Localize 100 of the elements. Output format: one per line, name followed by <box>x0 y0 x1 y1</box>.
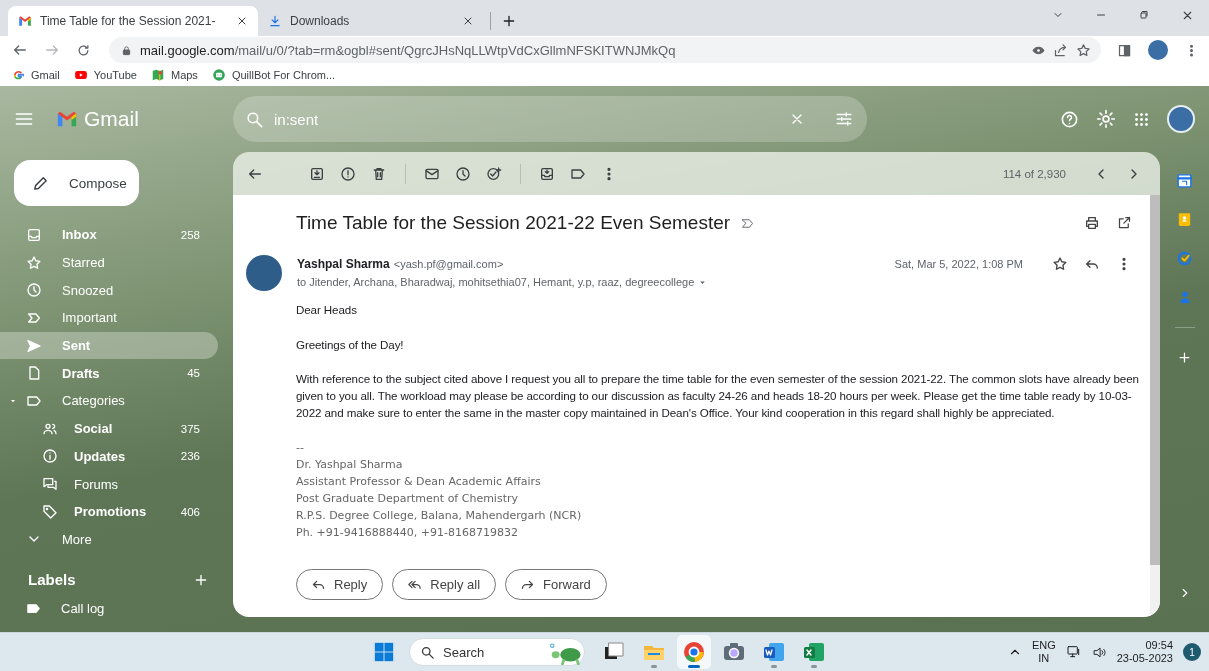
bookmark-link[interactable]: YouTube <box>73 68 137 82</box>
bookmark-link[interactable]: QuillBot For Chrom... <box>211 68 336 82</box>
add-task-icon[interactable] <box>486 165 502 182</box>
nav-item[interactable]: Important <box>0 304 218 332</box>
nav-item[interactable]: Forums <box>0 470 218 498</box>
nav-item[interactable]: Updates 236 <box>0 442 218 471</box>
windows-start-icon[interactable] <box>373 641 395 663</box>
apps-icon[interactable] <box>1133 110 1150 128</box>
share-icon[interactable] <box>1053 42 1068 58</box>
signature-line: Assistant Professor & Dean Academic Affairs <box>296 473 542 490</box>
unread-count: 236 <box>180 450 200 463</box>
nav-item[interactable]: Social 375 <box>0 414 218 443</box>
avatar[interactable] <box>1167 105 1195 133</box>
restore-icon[interactable] <box>1138 9 1150 21</box>
signature-line: R.P.S. Degree College, Balana, Mahendergarh (NCR) <box>296 507 583 524</box>
bookmark-link[interactable]: Gmail <box>12 68 60 82</box>
compose-button[interactable]: Compose <box>14 160 139 206</box>
gmail-logo-icon <box>18 14 32 28</box>
reply-all-button[interactable]: Reply all <box>392 568 497 600</box>
video-play-icon <box>73 68 88 82</box>
taskbar-search[interactable]: Search <box>409 638 585 666</box>
nav-item[interactable]: More <box>0 525 218 554</box>
nav-item[interactable]: Promotions 406 <box>0 497 218 526</box>
lock-icon <box>121 44 132 56</box>
map-pin-icon <box>150 68 165 82</box>
sender-email: <yash.pf@gmail.com> <box>393 258 504 270</box>
calendar-icon[interactable] <box>1176 172 1193 189</box>
settings-icon[interactable] <box>1096 109 1116 129</box>
email-paragraph: Dear Heads <box>296 302 358 318</box>
signature-line: -- <box>296 439 305 456</box>
language-indicator[interactable]: ENG IN <box>1031 639 1056 665</box>
star-icon[interactable] <box>1052 256 1068 272</box>
url-text: mail.google.com/mail/u/0/?tab=rm&ogbl#sent/QgrcJHsNqLLWtpVdCxGllmNFSKITWNJMkQq <box>140 42 677 58</box>
google-icon <box>12 68 25 82</box>
info-icon <box>42 448 58 465</box>
star-icon <box>26 254 42 271</box>
delete-icon[interactable] <box>371 165 387 182</box>
nav-item[interactable]: Snoozed <box>0 276 218 305</box>
reload-icon[interactable] <box>76 42 91 58</box>
signature-line: Post Graduate Department of Chemistry <box>296 490 519 507</box>
side-panel-icon[interactable] <box>1117 42 1132 58</box>
browser-tab[interactable]: Time Table for the Session 2021- <box>8 6 258 36</box>
address-bar[interactable]: mail.google.com/mail/u/0/?tab=rm&ogbl#sent/QgrcJHsNqLLWtpVdCxGllmNFSKITWNJMkQq <box>109 37 1101 63</box>
chat-icon <box>42 476 58 493</box>
checkmark-circle-icon[interactable] <box>1176 250 1193 267</box>
tag-icon <box>42 503 58 520</box>
file-icon <box>26 365 42 382</box>
clock-icon <box>26 282 42 299</box>
back-icon[interactable] <box>12 42 28 58</box>
nav-item[interactable]: Starred <box>0 248 218 277</box>
move-to-icon[interactable] <box>539 165 555 182</box>
pencil-icon <box>32 174 49 192</box>
forward-button[interactable]: Forward <box>505 568 607 600</box>
nav-item[interactable]: Inbox 258 <box>0 221 218 249</box>
print-icon[interactable] <box>1084 215 1100 231</box>
word-document-icon <box>762 640 786 664</box>
reply-button[interactable]: Reply <box>296 568 384 600</box>
network-icon[interactable] <box>1065 644 1082 660</box>
sender-name: Yashpal Sharma <box>297 257 390 271</box>
browser-icon <box>682 640 706 664</box>
email-paragraph: With reference to the subject cited above I request you all to prepare the time table for the even semester of the session 2021-22. The common slots have already been given to you all. The workload may please be according to our discussion as faculty 24-26 and heads 18-20 hours per week. Please get the time table ready by 10-03-2022 and make sure to enter the same in the master copy maintained in Dean's Office. Your kind cooperation in this regard shall highly be appreciated. <box>296 371 1140 421</box>
avatar[interactable] <box>1148 40 1168 60</box>
open-new-window-icon[interactable] <box>1117 215 1132 230</box>
clock[interactable]: 09:54 23-05-2023 <box>1116 639 1173 665</box>
nav-item[interactable]: Drafts 45 <box>0 359 218 388</box>
new-tab-icon[interactable] <box>501 13 517 29</box>
nav-item[interactable]: Categories <box>0 387 218 415</box>
unread-count: 406 <box>180 505 200 518</box>
report-spam-icon[interactable] <box>340 165 356 182</box>
signature-line: Ph. +91-9416888440, +91-8168719832 <box>296 524 519 541</box>
note-icon[interactable] <box>1176 211 1193 228</box>
notification-badge[interactable]: 1 <box>1183 643 1201 661</box>
add-icon[interactable] <box>1177 350 1192 365</box>
search-icon <box>420 644 435 660</box>
inbox-icon <box>26 226 42 243</box>
message-counter: 114 of 2,930 <box>1002 167 1066 180</box>
robot-icon <box>211 68 226 82</box>
email-subject: Time Table for the Session 2021-22 Even Semester <box>296 212 731 234</box>
close-icon[interactable] <box>236 15 248 27</box>
labels-heading: Labels <box>28 571 76 589</box>
archive-icon[interactable] <box>309 165 325 182</box>
bookmark-star-icon[interactable] <box>1076 42 1091 58</box>
signature-line: Dr. Yashpal Sharma <box>296 456 404 473</box>
browser-tab[interactable]: Downloads <box>258 6 484 36</box>
avatar <box>246 255 282 291</box>
spreadsheet-icon <box>802 640 826 664</box>
unread-count: 375 <box>180 422 200 435</box>
send-icon <box>26 337 42 354</box>
recipients-text: to Jitender, Archana, Bharadwaj, mohitsethia07, Hemant, y.p, raaz, degreecollege <box>297 276 695 288</box>
scrollbar[interactable] <box>1150 195 1160 617</box>
close-icon[interactable] <box>462 15 474 27</box>
unread-count: 45 <box>187 367 200 380</box>
snooze-icon[interactable] <box>455 165 471 182</box>
download-icon <box>268 14 282 28</box>
email-date: Sat, Mar 5, 2022, 1:08 PM <box>894 258 1023 270</box>
label-item[interactable]: Call log <box>0 594 218 622</box>
unread-count: 258 <box>180 228 200 241</box>
help-icon[interactable] <box>1060 109 1079 129</box>
bookmark-link[interactable]: Maps <box>150 68 198 82</box>
email-paragraph: Greetings of the Day! <box>296 336 405 353</box>
